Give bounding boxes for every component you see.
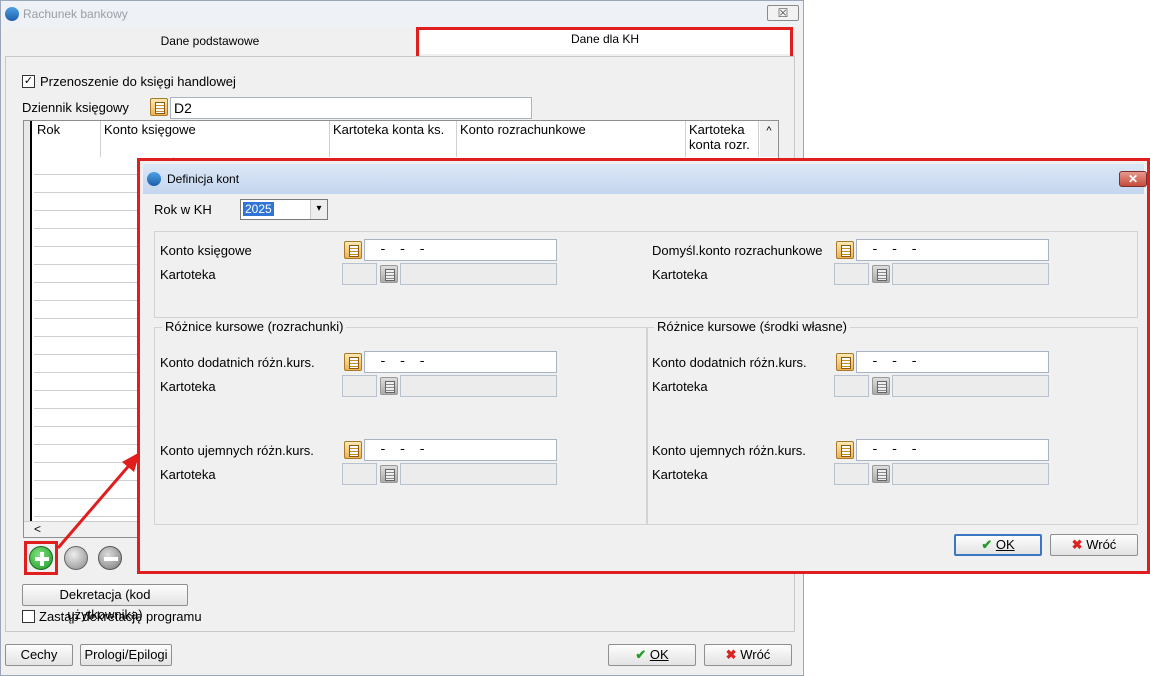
check-icon: ✔ [981,537,993,552]
default-card-name [892,263,1049,285]
dialog-ok-button[interactable]: ✔ OK [954,534,1042,556]
account-input[interactable]: - - - [364,239,557,261]
dialog-title: Definicja kont [167,172,240,186]
left-positive-card-picker-icon [380,377,398,395]
account-card-label: Kartoteka [160,267,216,282]
left-positive-label: Konto dodatnich różn.kurs. [160,355,315,370]
default-settlement-label: Domyśl.konto rozrachunkowe [652,243,823,258]
left-negative-card-label: Kartoteka [160,467,216,482]
dialog-close-button[interactable]: ✕ [1119,171,1147,187]
right-negative-card-label: Kartoteka [652,467,708,482]
default-settlement-input[interactable]: - - - [856,239,1049,261]
right-positive-input[interactable]: - - - [856,351,1049,373]
year-label: Rok w KH [154,202,212,217]
right-negative-input[interactable]: - - - [856,439,1049,461]
right-positive-card-label: Kartoteka [652,379,708,394]
account-card-picker-icon [380,265,398,283]
cancel-icon: ✖ [1071,537,1083,552]
left-negative-picker-icon[interactable] [344,441,362,459]
left-positive-picker-icon[interactable] [344,353,362,371]
dialog-ok-label: OK [995,537,1015,552]
left-negative-card-picker-icon [380,465,398,483]
right-positive-card-picker-icon [872,377,890,395]
left-positive-card-label: Kartoteka [160,379,216,394]
fx-settlement-title: Różnice kursowe (rozrachunki) [162,319,347,334]
right-negative-picker-icon[interactable] [836,441,854,459]
chevron-down-icon: ▾ [310,200,327,219]
right-negative-card-code [834,463,869,485]
left-negative-card-code [342,463,377,485]
default-card-label: Kartoteka [652,267,708,282]
account-definition-dialog: Definicja kont ✕ Rok w KH 2025 ▾ Konto k… [137,158,1150,574]
account-label: Konto księgowe [160,243,252,258]
right-positive-label: Konto dodatnich różn.kurs. [652,355,807,370]
close-icon: ✕ [1127,172,1139,186]
account-card-name [400,263,557,285]
left-positive-card-name [400,375,557,397]
fx-own-funds-title: Różnice kursowe (środki własne) [654,319,851,334]
account-card-code [342,263,377,285]
default-card-picker-icon [872,265,890,283]
dialog-title-bar: Definicja kont ✕ [143,164,1147,194]
default-card-code [834,263,869,285]
right-negative-card-picker-icon [872,465,890,483]
left-negative-card-name [400,463,557,485]
right-negative-label: Konto ujemnych różn.kurs. [652,443,806,458]
left-negative-input[interactable]: - - - [364,439,557,461]
dialog-app-icon [147,172,161,186]
dialog-back-button[interactable]: ✖ Wróć [1050,534,1138,556]
right-negative-card-name [892,463,1049,485]
right-positive-card-name [892,375,1049,397]
right-positive-picker-icon[interactable] [836,353,854,371]
right-positive-card-code [834,375,869,397]
left-positive-input[interactable]: - - - [364,351,557,373]
left-positive-card-code [342,375,377,397]
year-select[interactable]: 2025 ▾ [240,199,328,220]
year-value: 2025 [243,202,274,216]
default-settlement-picker-icon[interactable] [836,241,854,259]
dialog-back-label: Wróć [1086,537,1117,552]
left-negative-label: Konto ujemnych różn.kurs. [160,443,314,458]
account-picker-icon[interactable] [344,241,362,259]
